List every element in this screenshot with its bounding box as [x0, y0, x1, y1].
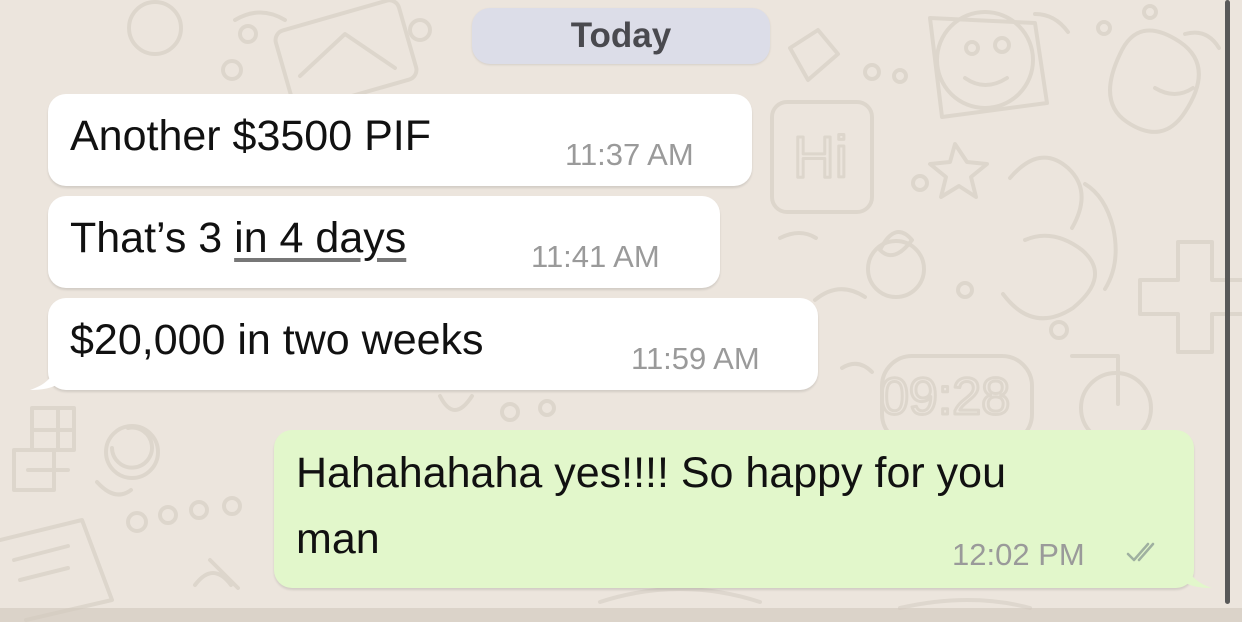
- message-bubble-incoming-2[interactable]: That’s 3 in 4 days 11:41 AM: [48, 196, 720, 288]
- message-text-line-2: man: [296, 515, 380, 563]
- chat-screen: { "date_separator": "Today", "messages":…: [0, 0, 1242, 622]
- message-bubble-incoming-1[interactable]: Another $3500 PIF 11:37 AM: [48, 94, 752, 186]
- message-bubble-outgoing-1[interactable]: Hahahahaha yes!!!! So happy for you man …: [274, 430, 1212, 588]
- message-bubble-incoming-3[interactable]: $20,000 in two weeks 11:59 AM: [30, 298, 818, 390]
- message-timestamp: 12:02 PM: [952, 537, 1085, 572]
- chat-bottom-divider: [0, 608, 1242, 622]
- bubble-tail-icon: [30, 362, 58, 390]
- date-separator: Today: [472, 8, 770, 64]
- scrollbar[interactable]: [1225, 0, 1230, 604]
- message-timestamp: 11:37 AM: [565, 137, 694, 172]
- bubble-tail-icon: [1184, 560, 1212, 588]
- message-text: That’s 3 in 4 days: [70, 213, 406, 263]
- message-text-line-1: Hahahahaha yes!!!! So happy for you: [296, 449, 1006, 497]
- message-text: $20,000 in two weeks: [70, 316, 484, 364]
- svg-text:09:28: 09:28: [880, 368, 1010, 426]
- date-link[interactable]: in 4 days: [234, 214, 406, 262]
- message-timestamp: 11:59 AM: [631, 341, 760, 376]
- message-text-prefix: That’s 3: [70, 214, 235, 262]
- message-text: Another $3500 PIF: [70, 112, 431, 160]
- svg-text:Hi: Hi: [793, 125, 848, 190]
- message-timestamp: 11:41 AM: [531, 239, 660, 274]
- double-check-icon: [1126, 542, 1155, 562]
